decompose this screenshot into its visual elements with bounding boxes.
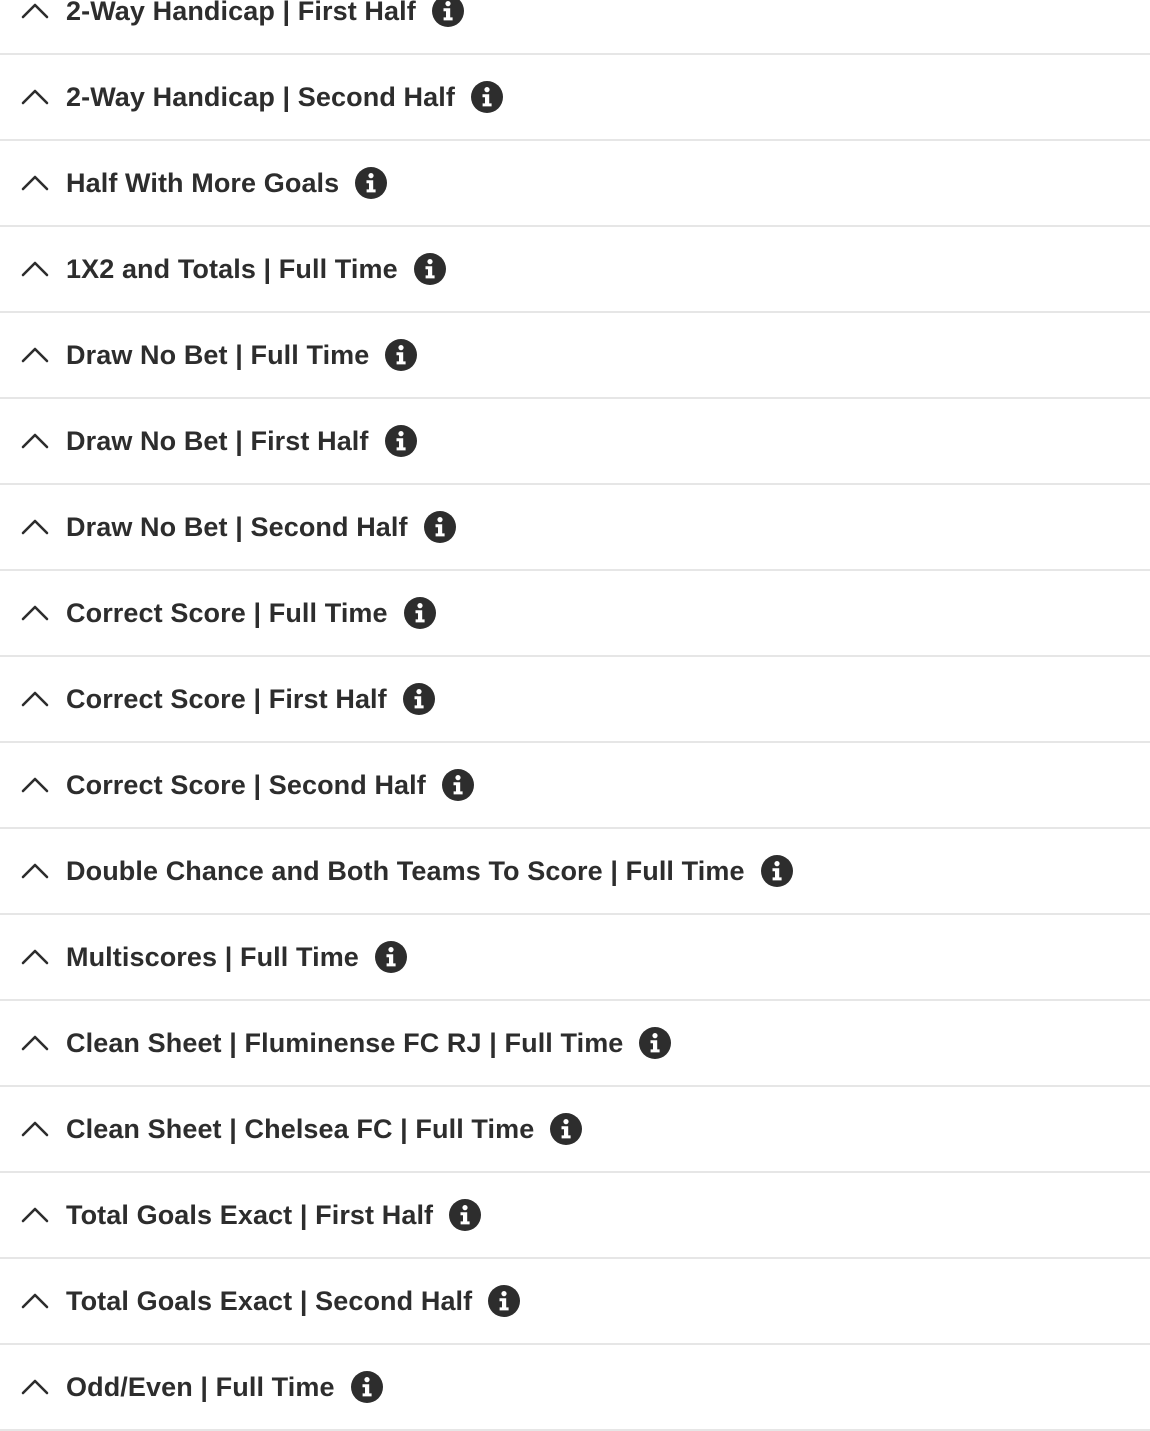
market-title: Draw No Bet | First Half bbox=[66, 425, 369, 456]
market-header[interactable]: Total Goals Exact | Second Half bbox=[0, 1259, 521, 1343]
market-title: 1X2 and Totals | Full Time bbox=[66, 253, 398, 284]
market-title: Half With More Goals bbox=[66, 167, 340, 198]
market-title: Clean Sheet | Chelsea FC | Full Time bbox=[66, 1113, 535, 1144]
market-title: Total Goals Exact | Second Half bbox=[66, 1285, 473, 1316]
chevron-up-icon[interactable] bbox=[20, 426, 50, 456]
market-row[interactable]: 2-Way Handicap | Second Half bbox=[0, 55, 1150, 141]
market-title: Multiscores | Full Time bbox=[66, 941, 359, 972]
market-row[interactable]: Correct Score | Full Time bbox=[0, 571, 1150, 657]
chevron-up-icon[interactable] bbox=[20, 168, 50, 198]
market-title: Double Chance and Both Teams To Score | … bbox=[66, 855, 745, 886]
market-title: Total Goals Exact | First Half bbox=[66, 1199, 434, 1230]
info-icon[interactable] bbox=[403, 597, 436, 629]
market-row[interactable]: Multiscores | Full Time bbox=[0, 915, 1150, 1001]
market-header[interactable]: Draw No Bet | First Half bbox=[0, 399, 417, 483]
info-icon[interactable] bbox=[385, 339, 418, 371]
info-icon[interactable] bbox=[355, 167, 388, 199]
market-title: Draw No Bet | Full Time bbox=[66, 339, 370, 370]
market-row[interactable]: Draw No Bet | Second Half bbox=[0, 485, 1150, 571]
market-title: Draw No Bet | Second Half bbox=[66, 511, 408, 542]
market-header[interactable]: Draw No Bet | Full Time bbox=[0, 313, 418, 397]
market-row[interactable]: Correct Score | Second Half bbox=[0, 743, 1150, 829]
chevron-up-icon[interactable] bbox=[20, 1200, 50, 1230]
market-title: Correct Score | Full Time bbox=[66, 597, 388, 628]
market-row[interactable]: Draw No Bet | First Half bbox=[0, 399, 1150, 485]
info-icon[interactable] bbox=[760, 855, 793, 887]
info-icon[interactable] bbox=[488, 1285, 521, 1317]
market-title: 2-Way Handicap | First Half bbox=[66, 0, 416, 26]
market-title: Correct Score | First Half bbox=[66, 683, 387, 714]
market-title: Correct Score | Second Half bbox=[66, 769, 426, 800]
market-row[interactable]: 1X2 and Totals | Full Time bbox=[0, 227, 1150, 313]
chevron-up-icon[interactable] bbox=[20, 254, 50, 284]
chevron-up-icon[interactable] bbox=[20, 598, 50, 628]
market-header[interactable]: Correct Score | First Half bbox=[0, 657, 435, 741]
chevron-up-icon[interactable] bbox=[20, 512, 50, 542]
chevron-up-icon[interactable] bbox=[20, 1028, 50, 1058]
chevron-up-icon[interactable] bbox=[20, 1286, 50, 1316]
chevron-up-icon[interactable] bbox=[20, 1372, 50, 1402]
market-header[interactable]: 1X2 and Totals | Full Time bbox=[0, 227, 446, 311]
chevron-up-icon[interactable] bbox=[20, 0, 50, 26]
info-icon[interactable] bbox=[449, 1199, 482, 1231]
market-header[interactable]: Clean Sheet | Fluminense FC RJ | Full Ti… bbox=[0, 1001, 672, 1085]
market-header[interactable]: Multiscores | Full Time bbox=[0, 915, 407, 999]
market-row[interactable]: Correct Score | First Half bbox=[0, 657, 1150, 743]
chevron-up-icon[interactable] bbox=[20, 770, 50, 800]
market-header[interactable]: Total Goals Exact | First Half bbox=[0, 1173, 482, 1257]
info-icon[interactable] bbox=[431, 0, 464, 27]
market-list: 2-Way Handicap | First Half 2-Way Handica… bbox=[0, 0, 1150, 1431]
market-header[interactable]: 2-Way Handicap | First Half bbox=[0, 0, 464, 53]
market-header[interactable]: Clean Sheet | Chelsea FC | Full Time bbox=[0, 1087, 583, 1171]
market-title: 2-Way Handicap | Second Half bbox=[66, 81, 455, 112]
info-icon[interactable] bbox=[384, 425, 417, 457]
market-row[interactable]: 2-Way Handicap | First Half bbox=[0, 0, 1150, 55]
chevron-up-icon[interactable] bbox=[20, 82, 50, 112]
market-header[interactable]: Correct Score | Full Time bbox=[0, 571, 436, 655]
chevron-up-icon[interactable] bbox=[20, 856, 50, 886]
info-icon[interactable] bbox=[639, 1027, 672, 1059]
market-header[interactable]: Double Chance and Both Teams To Score | … bbox=[0, 829, 793, 913]
market-header[interactable]: Odd/Even | Full Time bbox=[0, 1345, 383, 1429]
market-title: Clean Sheet | Fluminense FC RJ | Full Ti… bbox=[66, 1027, 624, 1058]
market-row[interactable]: Double Chance and Both Teams To Score | … bbox=[0, 829, 1150, 915]
chevron-up-icon[interactable] bbox=[20, 1114, 50, 1144]
market-header[interactable]: Draw No Bet | Second Half bbox=[0, 485, 456, 569]
market-row[interactable]: Odd/Even | Full Time bbox=[0, 1345, 1150, 1431]
market-header[interactable]: 2-Way Handicap | Second Half bbox=[0, 55, 503, 139]
info-icon[interactable] bbox=[423, 511, 456, 543]
market-header[interactable]: Correct Score | Second Half bbox=[0, 743, 474, 827]
market-row[interactable]: Draw No Bet | Full Time bbox=[0, 313, 1150, 399]
info-icon[interactable] bbox=[350, 1371, 383, 1403]
info-icon[interactable] bbox=[413, 253, 446, 285]
market-row[interactable]: Clean Sheet | Chelsea FC | Full Time bbox=[0, 1087, 1150, 1173]
info-icon[interactable] bbox=[374, 941, 407, 973]
info-icon[interactable] bbox=[550, 1113, 583, 1145]
info-icon[interactable] bbox=[441, 769, 474, 801]
market-title: Odd/Even | Full Time bbox=[66, 1371, 335, 1402]
chevron-up-icon[interactable] bbox=[20, 942, 50, 972]
market-row[interactable]: Half With More Goals bbox=[0, 141, 1150, 227]
market-row[interactable]: Clean Sheet | Fluminense FC RJ | Full Ti… bbox=[0, 1001, 1150, 1087]
chevron-up-icon[interactable] bbox=[20, 340, 50, 370]
info-icon[interactable] bbox=[470, 81, 503, 113]
chevron-up-icon[interactable] bbox=[20, 684, 50, 714]
market-header[interactable]: Half With More Goals bbox=[0, 141, 388, 225]
info-icon[interactable] bbox=[402, 683, 435, 715]
market-row[interactable]: Total Goals Exact | Second Half bbox=[0, 1259, 1150, 1345]
market-row[interactable]: Total Goals Exact | First Half bbox=[0, 1173, 1150, 1259]
